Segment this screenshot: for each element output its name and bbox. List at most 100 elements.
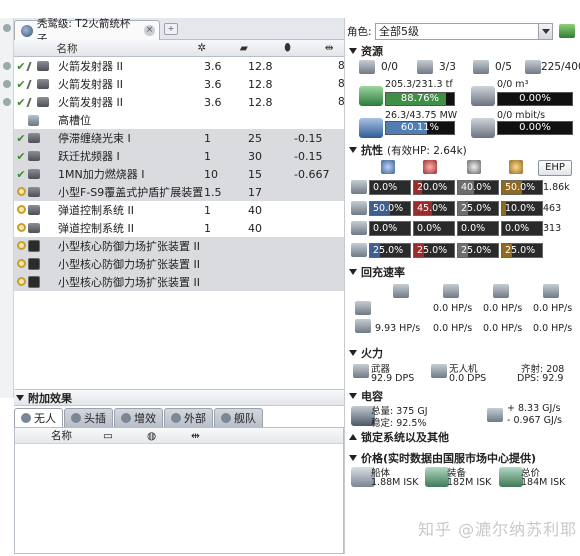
collapse-icon[interactable]: [349, 269, 357, 275]
col-ammo-icon[interactable]: ▭: [103, 430, 147, 442]
left-edge-strip: [0, 18, 14, 398]
thermal-resist-icon: [423, 160, 437, 174]
module-row[interactable]: 弹道控制系统 II 1 40: [14, 201, 344, 219]
capacitor-stable: 稳定: 92.5%: [371, 418, 427, 429]
module-row[interactable]: 小型核心防御力场扩张装置 II: [14, 273, 344, 291]
role-select-value: 全部5级: [379, 25, 419, 38]
drone-icon: [21, 413, 31, 423]
col-globe-icon[interactable]: ◍: [147, 430, 191, 442]
handle-icon: [3, 98, 11, 106]
module-power: 25: [248, 131, 262, 145]
module-cpu: 1.5: [204, 185, 222, 199]
cpu-percent: 88.76%: [400, 93, 440, 104]
tab-boosters[interactable]: 增效: [114, 408, 163, 427]
offline-state-icon[interactable]: [16, 222, 26, 232]
collapse-icon[interactable]: [349, 393, 357, 399]
module-row[interactable]: 高槽位: [14, 111, 344, 129]
resist-value: 25.0%: [457, 201, 499, 216]
firepower-header[interactable]: 火力: [345, 345, 580, 361]
module-row[interactable]: ✔ 火箭发射器 II 3.6 12.8: [14, 57, 344, 75]
resist-value: 25.0%: [457, 243, 499, 258]
col-range-icon[interactable]: ⇹: [191, 430, 235, 442]
module-name: 火箭发射器 II: [58, 96, 123, 109]
ship-icon: [21, 24, 33, 37]
new-tab-button[interactable]: +: [164, 23, 178, 35]
targeting-header[interactable]: 锁定系统以及其他: [345, 429, 580, 445]
effects-section-header[interactable]: 附加效果: [14, 389, 344, 406]
module-row[interactable]: 弹道控制系统 II 1 40: [14, 219, 344, 237]
collapse-icon[interactable]: [349, 350, 357, 356]
collapse-icon[interactable]: [349, 147, 357, 153]
layer-hp: 1.86k: [543, 182, 570, 193]
role-select[interactable]: 全部5级: [375, 23, 553, 40]
expand-icon[interactable]: [349, 434, 357, 440]
module-row[interactable]: ✔ 跃迁扰频器 I 1 30 -0.15: [14, 147, 344, 165]
online-check-icon[interactable]: ✔: [16, 78, 25, 91]
tab-fleet[interactable]: 舰队: [214, 408, 263, 427]
module-cpu: 1: [204, 203, 211, 217]
module-power: 12.8: [248, 59, 273, 73]
offline-state-icon[interactable]: [16, 240, 26, 250]
module-power: 12.8: [248, 77, 273, 91]
export-icon[interactable]: [559, 24, 575, 38]
col-cpu-icon[interactable]: ✲: [197, 42, 239, 54]
module-row[interactable]: ✔ 1MN加力燃烧器 I 10 15 -0.667: [14, 165, 344, 183]
module-row[interactable]: ✔ 火箭发射器 II 3.6 12.8: [14, 93, 344, 111]
col-name[interactable]: 名称: [51, 428, 103, 443]
capacitor-header[interactable]: 电容: [345, 388, 580, 404]
module-row[interactable]: ✔ 火箭发射器 II 3.6 12.8: [14, 75, 344, 93]
collapse-icon[interactable]: [349, 48, 357, 54]
module-icon: [28, 223, 40, 233]
resources-header[interactable]: 资源: [345, 43, 580, 59]
col-speed-icon[interactable]: ⬮: [284, 42, 325, 55]
fitting-tab[interactable]: 秃鹫级: T2火箭统杯子 ×: [14, 18, 160, 45]
online-check-icon[interactable]: ✔: [16, 150, 25, 163]
collapse-icon[interactable]: [16, 394, 24, 401]
recharge-header[interactable]: 回充速率: [345, 264, 580, 280]
recharge-value: 0.0 HP/s: [533, 303, 573, 314]
targeting-title: 锁定系统以及其他: [361, 431, 449, 444]
resist-value: 0.0%: [457, 221, 499, 236]
offline-state-icon[interactable]: [16, 204, 26, 214]
tab-external[interactable]: 外部: [164, 408, 213, 427]
effects-title: 附加效果: [28, 391, 72, 405]
resist-value: 0.0%: [501, 221, 543, 236]
module-row[interactable]: ✔ 停滞缠绕光束 I 1 25 -0.15: [14, 129, 344, 147]
module-row[interactable]: 小型F-S9覆盖式护盾扩展装置 1.5 17: [14, 183, 344, 201]
resist-value: 0.0%: [413, 221, 455, 236]
online-check-icon[interactable]: ✔: [16, 60, 25, 73]
col-name[interactable]: 名称: [56, 41, 197, 56]
close-tab-icon[interactable]: ×: [144, 25, 155, 36]
module-name: 小型核心防御力场扩张装置 II: [58, 240, 200, 253]
launcher-icon: [37, 79, 49, 89]
tab-label: 舰队: [234, 412, 256, 425]
col-power-icon[interactable]: ▰: [240, 42, 284, 54]
module-cpu: 1: [204, 131, 211, 145]
module-name: 弹道控制系统 II: [58, 204, 134, 217]
resist-header[interactable]: 抗性 (有效HP: 2.64k): [345, 142, 580, 158]
ehp-button[interactable]: EHP: [538, 160, 572, 176]
tab-drones[interactable]: 无人: [14, 408, 63, 427]
resist-value: 40.0%: [457, 180, 499, 195]
offline-state-icon[interactable]: [16, 276, 26, 286]
module-speed: -0.15: [294, 149, 323, 163]
collapse-icon[interactable]: [349, 455, 357, 461]
armor-icon: [351, 201, 367, 215]
online-check-icon[interactable]: ✔: [16, 132, 25, 145]
col-range-icon[interactable]: ⇹: [325, 42, 344, 54]
online-check-icon[interactable]: ✔: [16, 168, 25, 181]
offline-state-icon[interactable]: [16, 258, 26, 268]
powergrid-text: 26.3/43.75 MW: [385, 110, 458, 121]
turret-count: 0/0: [381, 61, 398, 73]
price-header[interactable]: 价格(实时数据由国服市场中心提供): [345, 450, 580, 466]
module-row[interactable]: 小型核心防御力场扩张装置 II: [14, 255, 344, 273]
offline-state-icon[interactable]: [16, 186, 26, 196]
module-row[interactable]: 小型核心防御力场扩张装置 II: [14, 237, 344, 255]
module-power: 17: [248, 185, 262, 199]
high-slot-icon: [28, 114, 39, 126]
online-check-icon[interactable]: ✔: [16, 96, 25, 109]
tab-implants[interactable]: 头插: [64, 408, 113, 427]
chevron-down-icon[interactable]: [538, 24, 552, 39]
passive-regen-icon: [355, 301, 371, 315]
weapon-dps: 92.9 DPS: [371, 373, 415, 384]
